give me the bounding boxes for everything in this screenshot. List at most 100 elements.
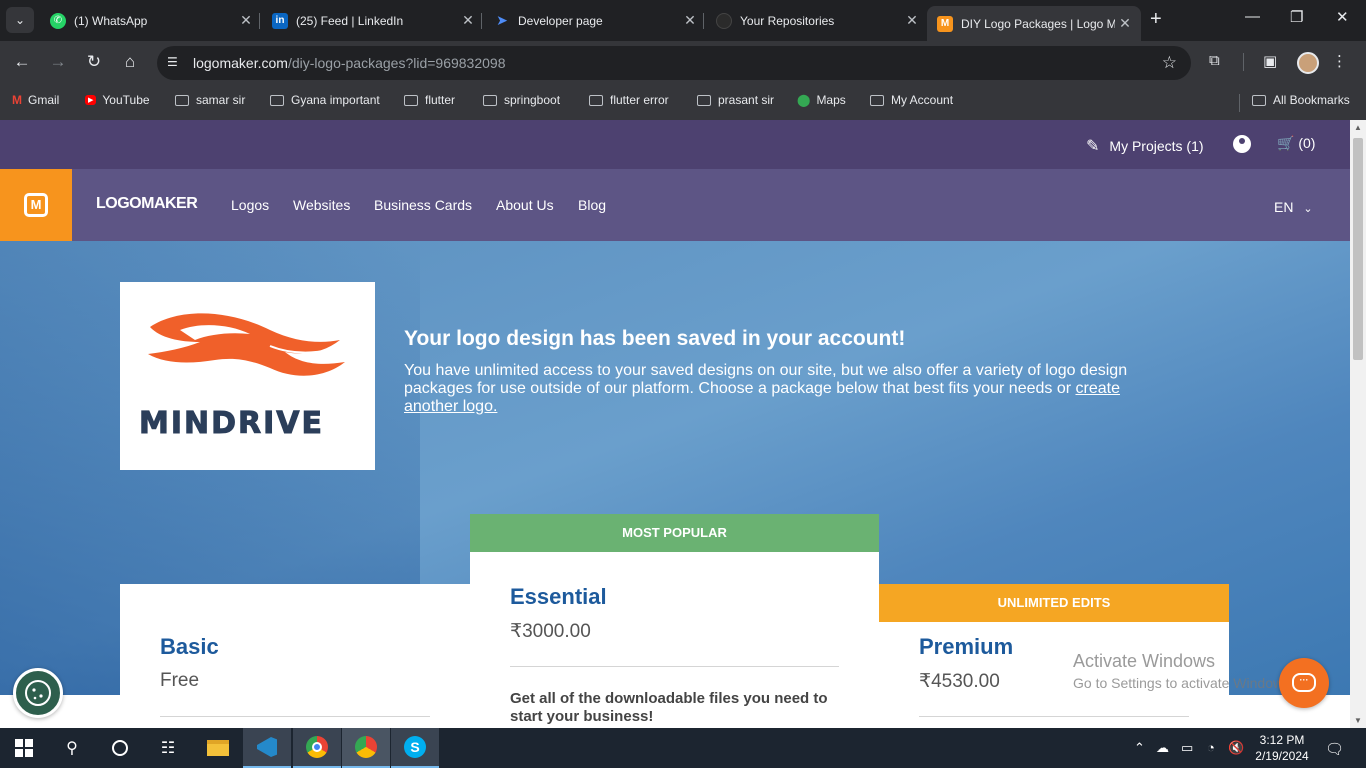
- cookie-icon: [25, 680, 51, 706]
- brand-wordmark[interactable]: LOGOMAKER: [96, 195, 198, 213]
- most-popular-ribbon: MOST POPULAR: [470, 514, 879, 552]
- side-panel-icon[interactable]: ▣: [1263, 52, 1277, 70]
- cart-link[interactable]: 🛒 (0): [1277, 135, 1315, 152]
- vscode-button[interactable]: [243, 728, 291, 768]
- account-icon[interactable]: [1233, 135, 1251, 153]
- windows-icon: [15, 739, 33, 757]
- window-close-button[interactable]: ✕: [1336, 8, 1349, 26]
- tab-title: Developer page: [518, 13, 603, 28]
- task-view-icon[interactable]: ☷: [144, 728, 192, 768]
- new-tab-button[interactable]: +: [1150, 8, 1162, 31]
- scroll-down-arrow[interactable]: ▼: [1354, 716, 1362, 725]
- cart-icon: 🛒: [1277, 135, 1295, 151]
- bookmark-gmail[interactable]: M Gmail: [12, 93, 59, 107]
- bookmark-maps[interactable]: ⬤ Maps: [797, 93, 846, 107]
- skype-button[interactable]: S: [391, 728, 439, 768]
- bookmark-springboot[interactable]: springboot: [483, 93, 560, 107]
- bookmark-flutter-error[interactable]: flutter error: [589, 93, 669, 107]
- tab-logomaker[interactable]: M DIY Logo Packages | Logo M ✕: [927, 6, 1141, 41]
- close-icon[interactable]: ✕: [680, 12, 700, 29]
- minimize-button[interactable]: —: [1245, 8, 1260, 25]
- bookmark-flutter[interactable]: flutter: [404, 93, 455, 107]
- bookmark-youtube[interactable]: ▶ YouTube: [85, 93, 150, 107]
- all-bookmarks[interactable]: All Bookmarks: [1252, 93, 1350, 107]
- mindrive-logo-graphic: [148, 313, 345, 376]
- scrollbar-thumb[interactable]: [1353, 138, 1363, 360]
- home-button[interactable]: ⌂: [119, 52, 141, 72]
- restore-button[interactable]: ❐: [1290, 8, 1303, 26]
- logo-wordmark: MINDRIVE: [139, 406, 324, 442]
- start-button[interactable]: [0, 728, 48, 768]
- folder-icon: [483, 94, 497, 106]
- url-text: logomaker.com/diy-logo-packages?lid=9698…: [193, 55, 506, 71]
- bookmark-my-account[interactable]: My Account: [870, 93, 953, 107]
- tab-whatsapp[interactable]: ✆ (1) WhatsApp ✕: [40, 6, 262, 35]
- chat-button[interactable]: ···: [1279, 658, 1329, 708]
- scroll-up-arrow[interactable]: ▲: [1354, 123, 1362, 132]
- site-top-bar: ✎ My Projects (1) 🛒 (0): [0, 120, 1350, 169]
- package-card-basic: Basic Free: [120, 584, 470, 728]
- volume-muted-icon[interactable]: 🔇: [1228, 740, 1244, 756]
- bookmark-samar-sir[interactable]: samar sir: [175, 93, 245, 107]
- nav-business-cards[interactable]: Business Cards: [374, 197, 472, 213]
- tab-search-button[interactable]: ⌄: [6, 7, 34, 33]
- system-clock[interactable]: 3:12 PM 2/19/2024: [1252, 732, 1312, 764]
- notification-icon[interactable]: 🗨: [1325, 740, 1344, 758]
- address-bar[interactable]: ☰ logomaker.com/diy-logo-packages?lid=96…: [157, 46, 1191, 80]
- tab-strip: ⌄ ✆ (1) WhatsApp ✕ in (25) Feed | Linked…: [0, 0, 1366, 41]
- brush-icon: ✎: [1086, 138, 1100, 155]
- chrome-icon: [306, 736, 328, 758]
- logomaker-logo[interactable]: M: [0, 169, 72, 241]
- onedrive-icon[interactable]: ☁: [1156, 740, 1169, 756]
- extensions-icon[interactable]: ⧉: [1209, 52, 1220, 69]
- browser-toolbar: ← → ↻ ⌂ ☰ logomaker.com/diy-logo-package…: [0, 41, 1366, 85]
- back-button[interactable]: ←: [11, 52, 33, 72]
- tab-developer-page[interactable]: ➤ Developer page ✕: [484, 6, 706, 35]
- bookmark-prasant-sir[interactable]: prasant sir: [697, 93, 774, 107]
- tab-separator: [703, 13, 704, 29]
- tab-repositories[interactable]: Your Repositories ✕: [706, 6, 928, 35]
- clock-date: 2/19/2024: [1255, 749, 1309, 763]
- forward-button[interactable]: →: [47, 52, 69, 72]
- logomaker-logo-icon: M: [24, 193, 48, 217]
- chrome-button[interactable]: [293, 728, 341, 768]
- tab-linkedin[interactable]: in (25) Feed | LinkedIn ✕: [262, 6, 484, 35]
- chrome-profile-icon: [355, 736, 377, 758]
- battery-icon[interactable]: ▭: [1181, 740, 1193, 756]
- site-navbar: M LOGOMAKER Logos Websites Business Card…: [0, 169, 1350, 241]
- network-icon[interactable]: ◔: [1207, 740, 1215, 755]
- cookie-settings-button[interactable]: [13, 668, 63, 718]
- reload-button[interactable]: ↻: [83, 52, 105, 72]
- profile-avatar[interactable]: [1297, 52, 1319, 74]
- my-projects-link[interactable]: ✎ My Projects (1): [1086, 136, 1204, 156]
- package-price: Free: [160, 670, 200, 691]
- cortana-button[interactable]: [96, 728, 144, 768]
- tray-expand-icon[interactable]: ⌃: [1134, 740, 1145, 756]
- cart-count: (0): [1298, 135, 1316, 151]
- bookmark-gyana-important[interactable]: Gyana important: [270, 93, 380, 107]
- cortana-icon: [112, 740, 128, 756]
- windows-taskbar: ⚲ ☷ S ⌃ ☁ ▭ ◔ 🔇 3:12 PM 2/19/2024 🗨: [0, 728, 1366, 768]
- chrome-profile-button[interactable]: [342, 728, 390, 768]
- bookmarks-bar: M Gmail ▶ YouTube samar sir Gyana importan…: [0, 85, 1366, 120]
- youtube-icon: ▶: [85, 95, 97, 105]
- site-info-icon[interactable]: ☰: [167, 55, 178, 69]
- file-explorer-button[interactable]: [194, 728, 242, 768]
- nav-websites[interactable]: Websites: [293, 197, 350, 213]
- nav-logos[interactable]: Logos: [231, 197, 269, 213]
- menu-dots-icon[interactable]: ⋮: [1332, 52, 1347, 70]
- divider: [919, 716, 1189, 717]
- package-name: Premium: [919, 634, 1014, 659]
- bookmark-star-icon[interactable]: ☆: [1162, 53, 1177, 73]
- package-price: ₹3000.00: [510, 621, 591, 642]
- close-icon[interactable]: ✕: [1115, 15, 1135, 32]
- close-icon[interactable]: ✕: [458, 12, 478, 29]
- nav-blog[interactable]: Blog: [578, 197, 606, 213]
- page-scrollbar[interactable]: ▲ ▼: [1350, 120, 1366, 728]
- language-label: EN: [1274, 199, 1294, 215]
- search-icon[interactable]: ⚲: [48, 728, 96, 768]
- language-selector[interactable]: EN ⌄: [1274, 199, 1313, 215]
- close-icon[interactable]: ✕: [902, 12, 922, 29]
- nav-about-us[interactable]: About Us: [496, 197, 554, 213]
- close-icon[interactable]: ✕: [236, 12, 256, 29]
